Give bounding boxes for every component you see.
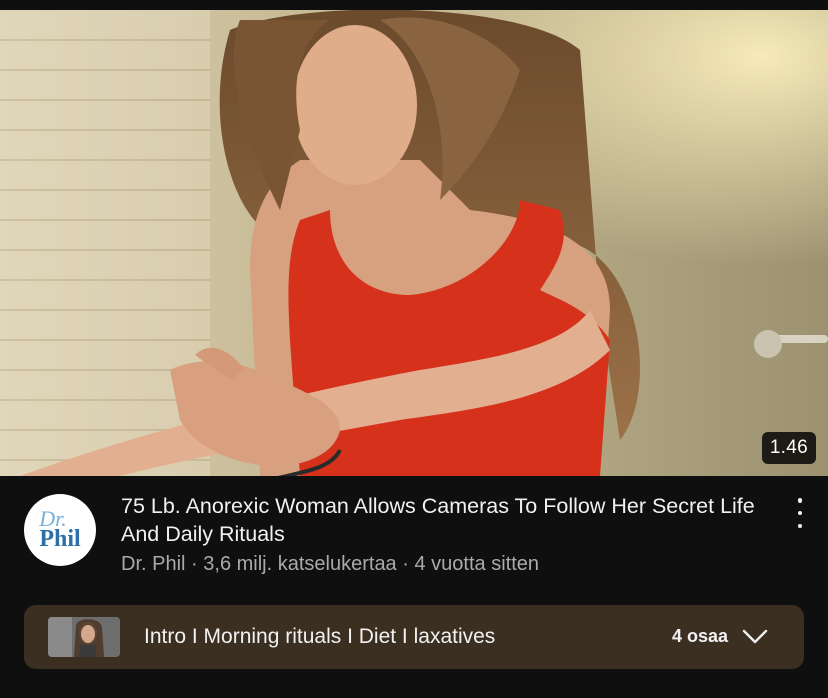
- chevron-down-icon[interactable]: [742, 627, 768, 645]
- chapters-count: 4 osaa: [671, 626, 728, 646]
- channel-name[interactable]: Dr. Phil: [121, 553, 185, 575]
- chapter-thumbnail: [48, 617, 120, 657]
- kebab-dot: [797, 523, 803, 528]
- thumbnail-image: [0, 10, 828, 476]
- view-count: 3,6 milj. katselukertaa: [203, 553, 397, 575]
- chapters-title: Intro I Morning rituals I Diet I laxativ…: [144, 625, 496, 648]
- video-metadata: Dr. Phil 75 Lb. Anorexic Woman Allows Ca…: [0, 476, 828, 586]
- kebab-dot: [797, 510, 803, 516]
- video-duration-badge: 1.46: [761, 432, 816, 464]
- video-subline: Dr. Phil · 3,6 milj. katselukertaa · 4 v…: [121, 553, 539, 576]
- video-title[interactable]: 75 Lb. Anorexic Woman Allows Cameras To …: [121, 492, 761, 548]
- channel-avatar[interactable]: Dr. Phil: [24, 494, 96, 566]
- video-card[interactable]: 1.46 Dr. Phil 75 Lb. Anorexic Woman Allo…: [0, 0, 828, 698]
- more-vertical-icon[interactable]: [794, 498, 806, 528]
- separator-dot: ·: [191, 553, 198, 575]
- video-thumbnail[interactable]: 1.46: [0, 10, 828, 476]
- avatar-logo-text-line2: Phil: [39, 526, 81, 552]
- kebab-dot: [797, 498, 803, 503]
- upload-age: 4 vuotta sitten: [414, 553, 540, 575]
- separator-dot: ·: [402, 553, 409, 575]
- chapters-panel[interactable]: Intro I Morning rituals I Diet I laxativ…: [24, 605, 804, 669]
